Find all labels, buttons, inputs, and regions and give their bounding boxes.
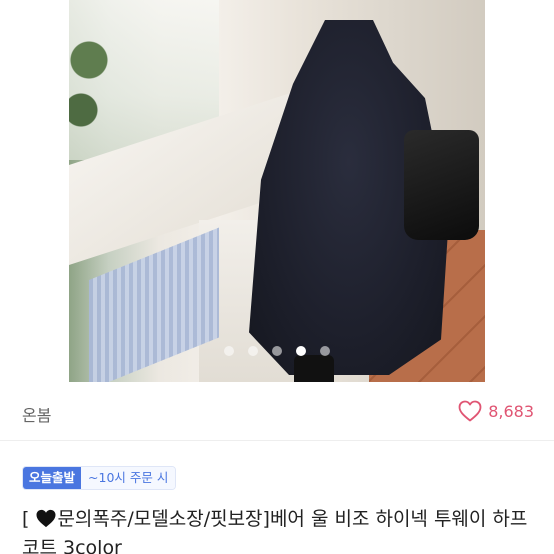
carousel-dot[interactable]	[296, 346, 306, 356]
title-text: 문의폭주/모델소장/핏보장]베어 울 비조 하이넥 투웨이 하프코트 3colo…	[22, 508, 528, 554]
seller-row: 온봄 8,683	[0, 390, 554, 436]
carousel-dot[interactable]	[248, 346, 258, 356]
product-image[interactable]	[69, 0, 485, 382]
carousel-dot[interactable]	[320, 346, 330, 356]
like-count: 8,683	[488, 401, 534, 421]
carousel-dot[interactable]	[224, 346, 234, 356]
shipping-badge-condition: ~10시 주문 시	[81, 467, 176, 489]
like-button[interactable]: 8,683	[458, 400, 534, 422]
shipping-badge: 오늘출발 ~10시 주문 시	[22, 466, 177, 490]
product-title: [ 문의폭주/모델소장/핏보장]베어 울 비조 하이넥 투웨이 하프코트 3co…	[22, 505, 542, 554]
seller-name[interactable]: 온봄	[22, 402, 51, 426]
carousel-dot[interactable]	[272, 346, 282, 356]
heart-outline-icon	[458, 400, 482, 422]
black-heart-icon	[36, 509, 56, 528]
photo-bag	[404, 130, 479, 240]
carousel-indicator	[69, 346, 485, 356]
photo-plant	[69, 20, 109, 150]
shipping-badge-label: 오늘출발	[23, 467, 82, 489]
divider	[0, 440, 554, 441]
photo-boot	[294, 355, 334, 382]
title-prefix: [	[22, 508, 36, 530]
